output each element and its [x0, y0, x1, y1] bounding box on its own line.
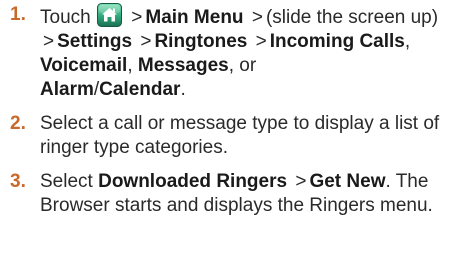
- step-text: Select a call or message type to display…: [40, 113, 440, 158]
- step-text: Select Downloaded Ringers > Get New. The …: [40, 170, 465, 218]
- settings-label: Settings: [57, 31, 133, 52]
- home-icon: [96, 3, 122, 27]
- separator: >: [251, 7, 263, 28]
- separator: >: [43, 31, 55, 52]
- step-text: Touch > Main Menu > (slide the screen up…: [40, 3, 465, 102]
- alarm-label: Alarm: [40, 79, 94, 100]
- separator: >: [255, 31, 267, 52]
- downloaded-ringers-label: Downloaded Ringers: [98, 171, 288, 192]
- step-1: 1. Touch > Main Menu > (slide the screen…: [0, 3, 465, 102]
- comma: ,: [228, 55, 234, 76]
- slide-note: (slide the screen up): [265, 7, 439, 28]
- incoming-calls-label: Incoming Calls: [269, 31, 405, 52]
- or-text: or: [239, 55, 257, 76]
- step-number: 3.: [10, 171, 26, 192]
- separator: >: [131, 7, 143, 28]
- period: .: [180, 79, 186, 100]
- voicemail-label: Voicemail: [40, 55, 128, 76]
- instruction-steps: 1. Touch > Main Menu > (slide the screen…: [0, 3, 465, 218]
- period: .: [385, 171, 391, 192]
- ringtones-label: Ringtones: [154, 31, 248, 52]
- separator: >: [140, 31, 152, 52]
- step-2: 2. Select a call or message type to disp…: [0, 112, 465, 160]
- touch-text: Touch: [40, 7, 91, 28]
- separator: >: [295, 171, 307, 192]
- step-number: 2.: [10, 113, 26, 134]
- step-3: 3. Select Downloaded Ringers > Get New. T…: [0, 170, 465, 218]
- messages-label: Messages: [137, 55, 229, 76]
- get-new-label: Get New: [309, 171, 386, 192]
- comma: ,: [404, 31, 411, 52]
- select-text: Select: [40, 171, 93, 192]
- comma: ,: [127, 55, 133, 76]
- step-number: 1.: [10, 4, 26, 25]
- calendar-label: Calendar: [99, 79, 181, 100]
- main-menu-label: Main Menu: [145, 7, 244, 28]
